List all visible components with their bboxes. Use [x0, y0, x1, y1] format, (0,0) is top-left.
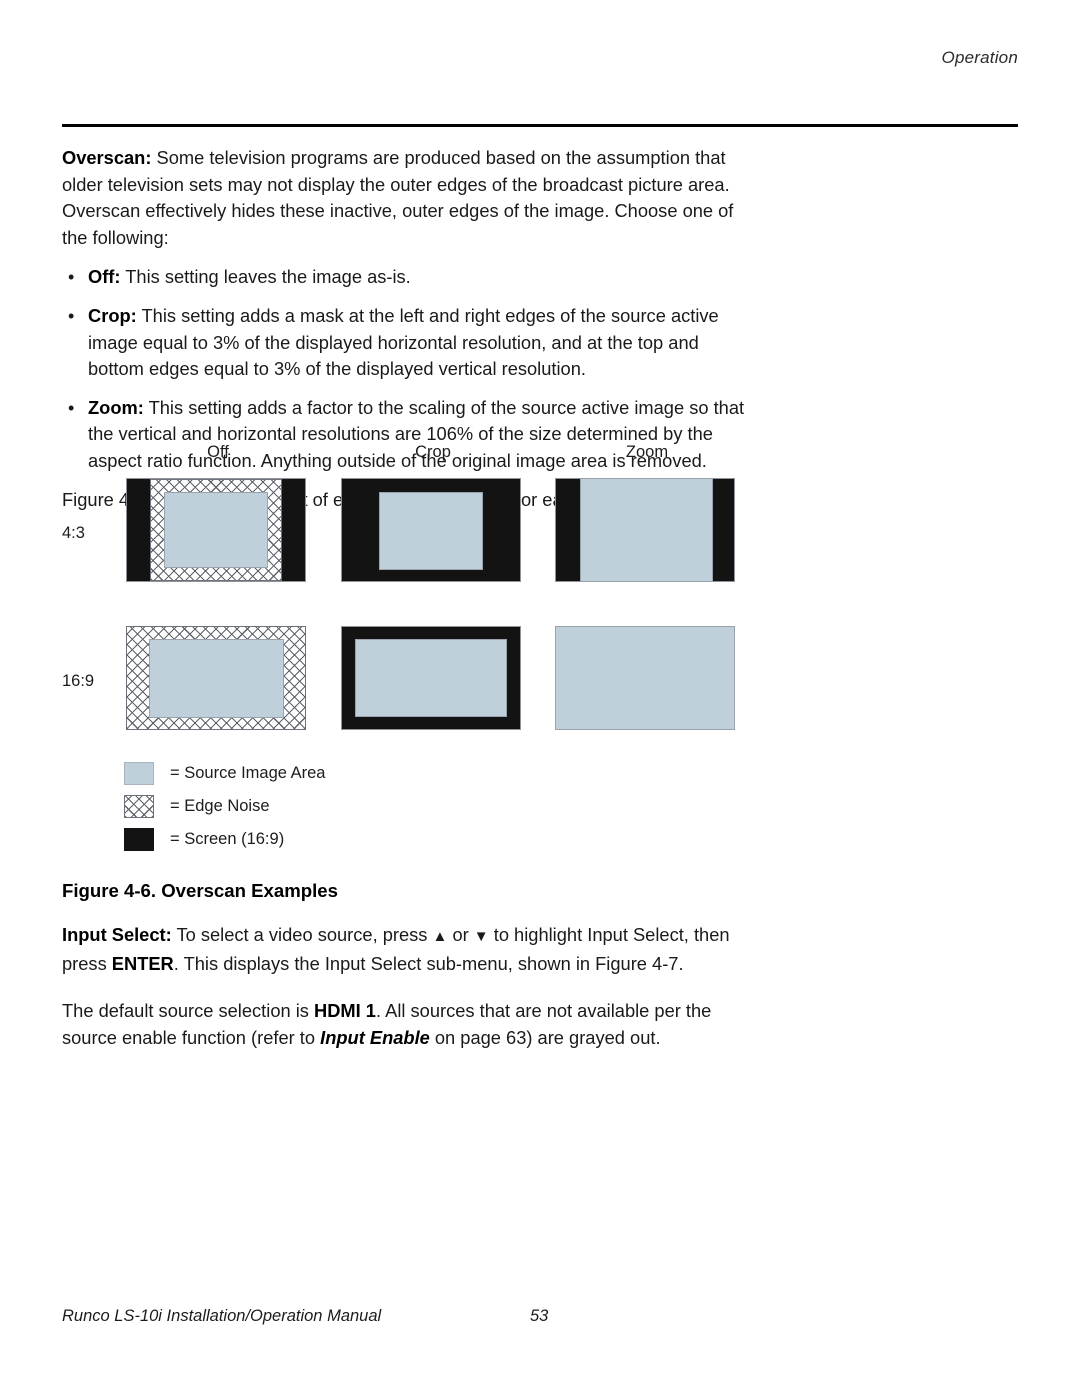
default-text-1: The default source selection is: [62, 1000, 315, 1022]
legend-label: = Screen (16:9): [170, 830, 285, 848]
tail-content: Input Select: To select a video source, …: [62, 922, 762, 1064]
input-enable-reference: Input Enable: [320, 1026, 430, 1048]
footer-page-number: 53: [530, 1307, 549, 1325]
figure-column-label-off: Off: [207, 443, 229, 461]
source-image-area: [149, 639, 284, 718]
diagram-4-3-zoom: [555, 478, 735, 582]
bullet-icon: •: [68, 267, 75, 288]
default-text-3: on page 63) are grayed out.: [429, 1026, 661, 1048]
hdmi-1-label: HDMI 1: [314, 1000, 376, 1022]
diagram-16-9-zoom: [555, 626, 735, 730]
input-select-text-1: To select a video source, press: [171, 924, 433, 945]
bullet-term: Zoom:: [88, 396, 144, 418]
figure-column-label-zoom: Zoom: [625, 443, 669, 461]
bullet-term: Off:: [88, 266, 121, 288]
arrow-up-icon: ▲: [432, 928, 448, 945]
overscan-description: Some television programs are produced ba…: [62, 147, 734, 248]
page-footer: Runco LS-10i Installation/Operation Manu…: [62, 1307, 1018, 1329]
default-source-paragraph: The default source selection is HDMI 1. …: [62, 998, 762, 1051]
overscan-paragraph: Overscan: Some television programs are p…: [62, 145, 752, 251]
input-select-text-4: . This displays the Input Select sub-men…: [173, 952, 684, 974]
source-image-area: [580, 478, 713, 582]
bullet-text: This setting adds a mask at the left and…: [88, 304, 719, 380]
input-select-term: Input Select:: [62, 924, 172, 945]
diagram-16-9-crop: [341, 626, 521, 730]
input-select-paragraph: Input Select: To select a video source, …: [62, 922, 762, 977]
diagram-16-9-off: [126, 626, 306, 730]
source-image-swatch: [124, 762, 154, 785]
header-divider-rule: [62, 124, 1018, 127]
diagram-4-3-off: [126, 478, 306, 582]
running-header-section-title: Operation: [941, 48, 1018, 67]
list-item: • Off: This setting leaves the image as-i…: [62, 264, 752, 291]
figure-row-label-4-3: 4:3: [62, 524, 85, 542]
figure-column-label-crop: Crop: [415, 443, 451, 461]
bullet-term: Crop:: [88, 304, 137, 326]
overscan-term: Overscan:: [62, 147, 152, 168]
diagram-4-3-crop: [341, 478, 521, 582]
figure-row-label-16-9: 16:9: [62, 672, 95, 690]
input-select-text-2: or: [447, 924, 474, 945]
overscan-examples-figure: Off Crop Zoom 4:3 16:9: [62, 430, 762, 860]
footer-manual-title: Runco LS-10i Installation/Operation Manu…: [62, 1307, 382, 1325]
bullet-icon: •: [68, 397, 75, 418]
bullet-icon: •: [68, 305, 75, 326]
figure-caption: Figure 4-6. Overscan Examples: [62, 880, 338, 901]
bullet-text: This setting leaves the image as-is.: [120, 266, 411, 288]
edge-noise-swatch: [124, 795, 154, 818]
legend-label: = Source Image Area: [170, 764, 326, 782]
source-image-area: [164, 492, 268, 568]
legend-label: = Edge Noise: [170, 797, 270, 815]
source-image-area: [355, 639, 507, 717]
arrow-down-icon: ▼: [473, 928, 489, 945]
screen-swatch: [124, 828, 154, 851]
source-image-area: [379, 492, 483, 570]
enter-key-label: ENTER: [111, 952, 174, 974]
list-item: • Crop: This setting adds a mask at the l…: [62, 303, 752, 383]
